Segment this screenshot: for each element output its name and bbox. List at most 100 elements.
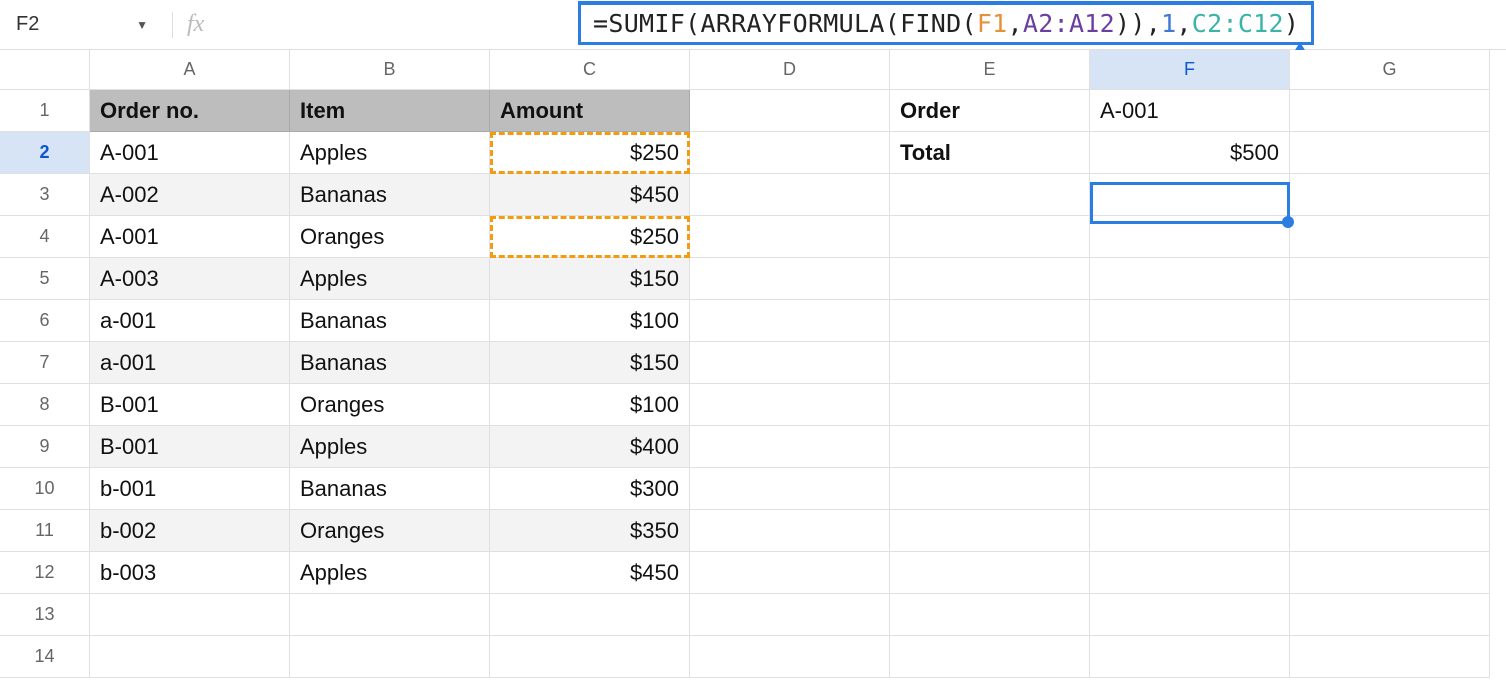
- cell-e3[interactable]: [890, 174, 1090, 216]
- cell-b4[interactable]: Oranges: [290, 216, 490, 258]
- row-header-14[interactable]: 14: [0, 636, 90, 678]
- cell-a13[interactable]: [90, 594, 290, 636]
- cell-d14[interactable]: [690, 636, 890, 678]
- name-box-dropdown-icon[interactable]: ▼: [136, 18, 148, 32]
- cell-f10[interactable]: [1090, 468, 1290, 510]
- cell-e11[interactable]: [890, 510, 1090, 552]
- cell-b2[interactable]: Apples: [290, 132, 490, 174]
- cell-g10[interactable]: [1290, 468, 1490, 510]
- cell-e14[interactable]: [890, 636, 1090, 678]
- cell-c6[interactable]: $100: [490, 300, 690, 342]
- cell-e1[interactable]: Order: [890, 90, 1090, 132]
- cell-g13[interactable]: [1290, 594, 1490, 636]
- cell-d8[interactable]: [690, 384, 890, 426]
- cell-b8[interactable]: Oranges: [290, 384, 490, 426]
- cell-e4[interactable]: [890, 216, 1090, 258]
- cell-f4[interactable]: [1090, 216, 1290, 258]
- cell-a2[interactable]: A-001: [90, 132, 290, 174]
- cell-f9[interactable]: [1090, 426, 1290, 468]
- cell-f5[interactable]: [1090, 258, 1290, 300]
- cell-d4[interactable]: [690, 216, 890, 258]
- row-header-7[interactable]: 7: [0, 342, 90, 384]
- cell-e12[interactable]: [890, 552, 1090, 594]
- cell-f11[interactable]: [1090, 510, 1290, 552]
- row-header-11[interactable]: 11: [0, 510, 90, 552]
- cell-g3[interactable]: [1290, 174, 1490, 216]
- cell-a4[interactable]: A-001: [90, 216, 290, 258]
- cell-a8[interactable]: B-001: [90, 384, 290, 426]
- cell-a14[interactable]: [90, 636, 290, 678]
- cell-b3[interactable]: Bananas: [290, 174, 490, 216]
- cell-a7[interactable]: a-001: [90, 342, 290, 384]
- cell-e13[interactable]: [890, 594, 1090, 636]
- cell-g11[interactable]: [1290, 510, 1490, 552]
- cell-g12[interactable]: [1290, 552, 1490, 594]
- row-header-1[interactable]: 1: [0, 90, 90, 132]
- cell-d5[interactable]: [690, 258, 890, 300]
- cell-a11[interactable]: b-002: [90, 510, 290, 552]
- cell-g9[interactable]: [1290, 426, 1490, 468]
- row-header-9[interactable]: 9: [0, 426, 90, 468]
- row-header-4[interactable]: 4: [0, 216, 90, 258]
- column-header-f[interactable]: F: [1090, 50, 1290, 90]
- cell-d11[interactable]: [690, 510, 890, 552]
- cell-c12[interactable]: $450: [490, 552, 690, 594]
- cell-f2[interactable]: $500: [1090, 132, 1290, 174]
- cell-a3[interactable]: A-002: [90, 174, 290, 216]
- cell-b7[interactable]: Bananas: [290, 342, 490, 384]
- column-header-a[interactable]: A: [90, 50, 290, 90]
- cell-b11[interactable]: Oranges: [290, 510, 490, 552]
- cell-d3[interactable]: [690, 174, 890, 216]
- cell-e7[interactable]: [890, 342, 1090, 384]
- cell-e9[interactable]: [890, 426, 1090, 468]
- cell-g4[interactable]: [1290, 216, 1490, 258]
- cell-b14[interactable]: [290, 636, 490, 678]
- cell-f12[interactable]: [1090, 552, 1290, 594]
- cell-e2[interactable]: Total: [890, 132, 1090, 174]
- fx-icon[interactable]: fx: [187, 11, 204, 38]
- cell-b1[interactable]: Item: [290, 90, 490, 132]
- cell-c2[interactable]: $250: [490, 132, 690, 174]
- cell-d7[interactable]: [690, 342, 890, 384]
- cell-g8[interactable]: [1290, 384, 1490, 426]
- cell-b12[interactable]: Apples: [290, 552, 490, 594]
- formula-input[interactable]: = SUMIF ( ARRAYFORMULA ( FIND ( F1 , A2:…: [578, 1, 1314, 45]
- column-header-d[interactable]: D: [690, 50, 890, 90]
- cell-f3[interactable]: [1090, 174, 1290, 216]
- cell-b13[interactable]: [290, 594, 490, 636]
- cell-c4[interactable]: $250: [490, 216, 690, 258]
- cell-d2[interactable]: [690, 132, 890, 174]
- cell-f14[interactable]: [1090, 636, 1290, 678]
- row-header-5[interactable]: 5: [0, 258, 90, 300]
- cell-a12[interactable]: b-003: [90, 552, 290, 594]
- cell-c11[interactable]: $350: [490, 510, 690, 552]
- cell-b10[interactable]: Bananas: [290, 468, 490, 510]
- cell-b5[interactable]: Apples: [290, 258, 490, 300]
- cell-d6[interactable]: [690, 300, 890, 342]
- row-header-12[interactable]: 12: [0, 552, 90, 594]
- cell-c10[interactable]: $300: [490, 468, 690, 510]
- cell-c1[interactable]: Amount: [490, 90, 690, 132]
- row-header-10[interactable]: 10: [0, 468, 90, 510]
- cell-d1[interactable]: [690, 90, 890, 132]
- cell-c5[interactable]: $150: [490, 258, 690, 300]
- cell-c14[interactable]: [490, 636, 690, 678]
- name-box[interactable]: F2 ▼: [8, 7, 158, 43]
- row-header-2[interactable]: 2: [0, 132, 90, 174]
- cell-d9[interactable]: [690, 426, 890, 468]
- cell-e10[interactable]: [890, 468, 1090, 510]
- cell-f13[interactable]: [1090, 594, 1290, 636]
- column-header-e[interactable]: E: [890, 50, 1090, 90]
- column-header-g[interactable]: G: [1290, 50, 1490, 90]
- row-header-8[interactable]: 8: [0, 384, 90, 426]
- cell-g2[interactable]: [1290, 132, 1490, 174]
- cell-a1[interactable]: Order no.: [90, 90, 290, 132]
- cell-c13[interactable]: [490, 594, 690, 636]
- cell-a5[interactable]: A-003: [90, 258, 290, 300]
- cell-f7[interactable]: [1090, 342, 1290, 384]
- cell-e6[interactable]: [890, 300, 1090, 342]
- cell-a10[interactable]: b-001: [90, 468, 290, 510]
- cell-g6[interactable]: [1290, 300, 1490, 342]
- row-header-3[interactable]: 3: [0, 174, 90, 216]
- cell-g5[interactable]: [1290, 258, 1490, 300]
